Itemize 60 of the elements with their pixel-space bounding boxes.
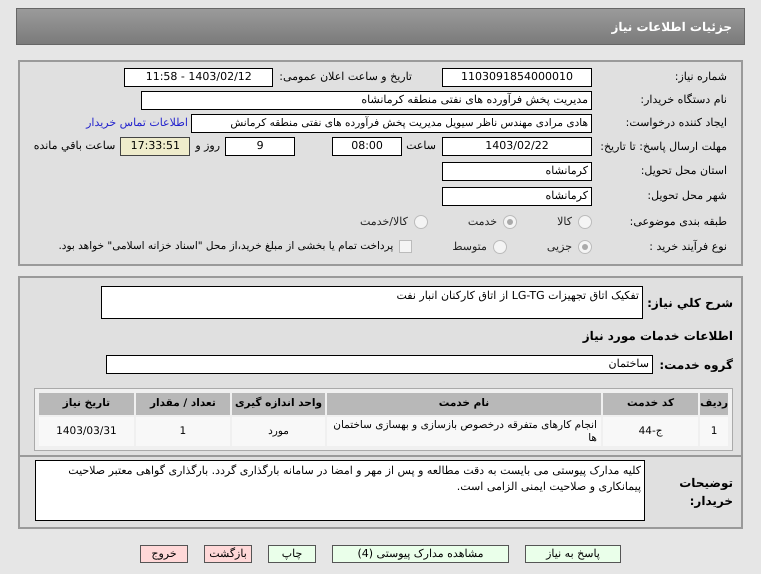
- page-title: جزئیات اطلاعات نیاز: [611, 18, 732, 36]
- text-field[interactable]: 9: [225, 137, 296, 156]
- field-label: استان محل تحویل:: [640, 163, 727, 180]
- table-cell: انجام کارهای متفرقه درخصوص بازسازی و بهسازی ساختمان ها: [327, 417, 601, 446]
- column-header: کد خدمت: [602, 393, 698, 415]
- field-label: روز و: [195, 138, 220, 154]
- text-field[interactable]: کرمانشاه: [442, 187, 592, 206]
- text-field[interactable]: کرمانشاه: [442, 162, 592, 181]
- field-label: شهر محل تحویل:: [646, 188, 727, 204]
- radio-label: کالا/خدمت: [360, 214, 408, 230]
- summary-textarea[interactable]: تفکیک اتاق تجهیزات LG-TG از اتاق کارکنان انبار نفت: [101, 286, 643, 319]
- radio-button[interactable]: [578, 215, 592, 230]
- action-button[interactable]: بازگشت: [204, 545, 252, 563]
- text-field[interactable]: ساختمان: [106, 355, 653, 374]
- action-button[interactable]: چاپ: [268, 545, 316, 563]
- countdown-display: 17:33:51: [120, 137, 190, 156]
- action-button[interactable]: پاسخ به نیاز: [525, 545, 621, 563]
- section-title: اطلاعات خدمات مورد نیاز: [582, 328, 733, 345]
- column-header: نام خدمت: [327, 393, 601, 415]
- table-cell: 1: [136, 417, 230, 446]
- field-label: مهلت ارسال پاسخ: تا تاریخ:: [599, 139, 727, 154]
- action-button[interactable]: خروج: [140, 545, 188, 563]
- field-label: ساعت باقي مانده: [34, 138, 116, 154]
- table-cell: 1: [700, 417, 728, 446]
- radio-button[interactable]: [503, 215, 518, 230]
- table-cell: مورد: [232, 417, 326, 446]
- text-field[interactable]: 08:00: [332, 137, 402, 156]
- field-label: نوع فرآیند خرید :: [648, 238, 727, 255]
- radio-button[interactable]: [414, 215, 428, 230]
- contact-link[interactable]: اطلاعات تماس خریدار: [86, 115, 188, 132]
- field-label: ساعت: [406, 138, 436, 154]
- radio-button[interactable]: [578, 240, 592, 254]
- text-field[interactable]: 1103091854000010: [442, 68, 592, 87]
- field-label: ایجاد کننده درخواست:: [624, 115, 727, 132]
- radio-label: خدمت: [468, 214, 498, 230]
- text-field[interactable]: 1403/02/12 - 11:58: [124, 68, 274, 87]
- action-button[interactable]: مشاهده مدارک پیوستی (4): [332, 545, 509, 563]
- column-header: تاریخ نیاز: [39, 393, 134, 415]
- text-field[interactable]: مدیریت پخش فرآورده های نفتی منطقه کرمانشاه: [141, 91, 592, 110]
- radio-button[interactable]: [492, 240, 507, 254]
- radio-label: کالا: [557, 214, 572, 230]
- field-label: توضیحات خریدار:: [678, 475, 733, 510]
- column-header: واحد اندازه گیری: [232, 393, 326, 415]
- text-field[interactable]: هادی مرادی مهندس ناظر سیویل مدیریت پخش فرآورده های نفتی منطقه کرمانش: [191, 114, 592, 133]
- field-label: شماره نیاز:: [674, 69, 727, 86]
- field-label: طبقه بندی موضوعی:: [628, 214, 727, 230]
- notes-textarea[interactable]: کلیه مدارک پیوستی می بایست به دقت مطالعه و پس از مهر و امضا در سامانه بارگذاری گردد. بارگذاری گواهی معتبر صلاحیت پیمانکاری و صلاحیت ایمنی الزامی است.: [35, 460, 645, 521]
- field-label: نام دستگاه خریدار:: [639, 92, 727, 108]
- table-cell: 1403/03/31: [39, 417, 134, 446]
- table-cell: ج-44: [602, 417, 698, 446]
- radio-label: متوسط: [452, 238, 487, 255]
- checkbox[interactable]: [399, 240, 412, 254]
- radio-label: جزیی: [546, 238, 572, 255]
- field-label: گروه خدمت:: [658, 356, 733, 374]
- column-header: ردیف: [700, 393, 728, 415]
- column-header: تعداد / مقدار: [136, 393, 230, 415]
- field-label: تاریخ و ساعت اعلان عمومی:: [279, 69, 412, 86]
- text-field[interactable]: 1403/02/22: [442, 137, 592, 156]
- field-label: شرح کلي نیاز:: [646, 295, 733, 312]
- checkbox-label: پرداخت تمام یا بخشی از مبلغ خرید،از محل "اسناد خزانه اسلامی" خواهد بود.: [58, 238, 394, 254]
